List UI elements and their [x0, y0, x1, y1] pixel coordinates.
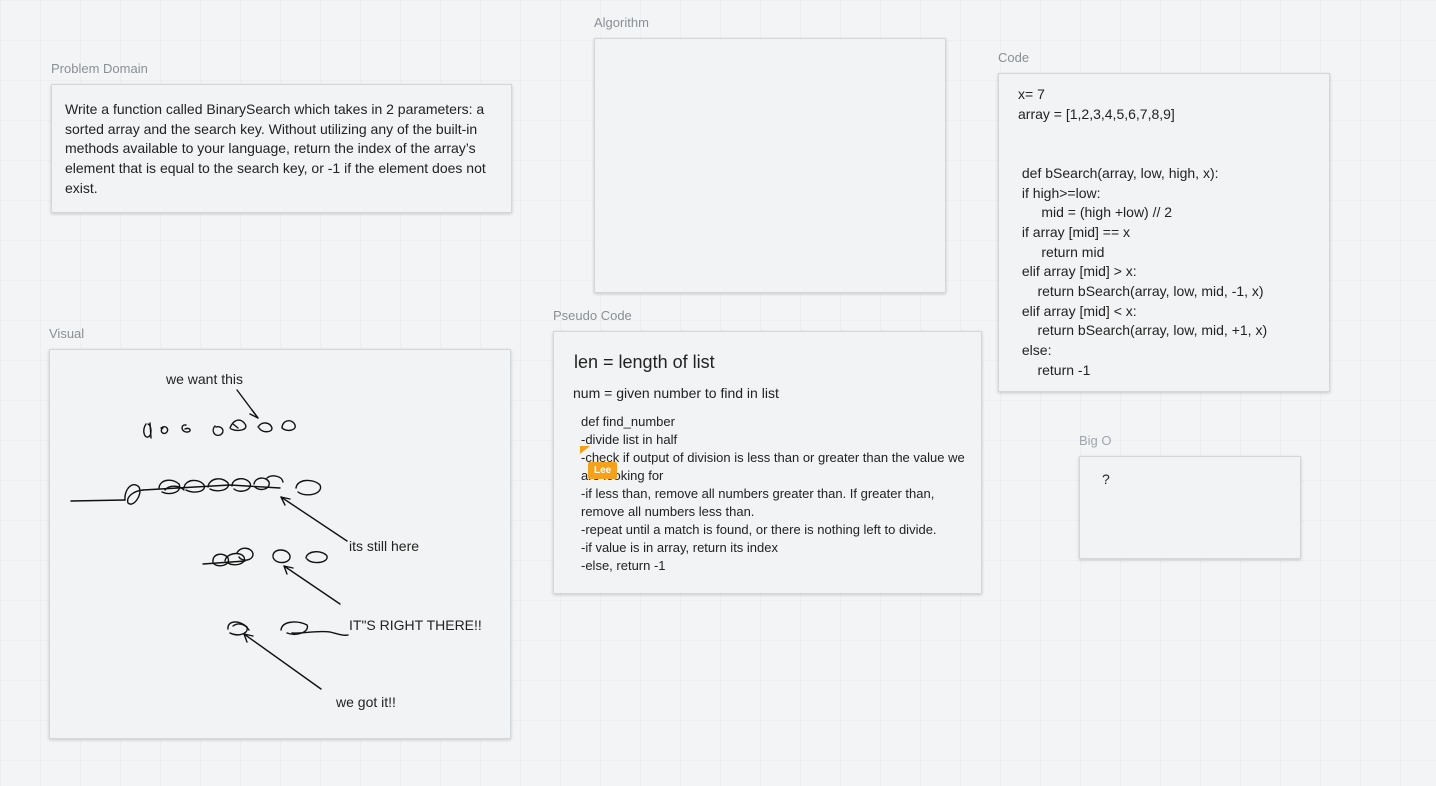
visual-drawing[interactable]	[0, 0, 1436, 786]
drawing-row-1	[143, 419, 296, 439]
drawing-arrows	[236, 389, 348, 690]
drawing-row-3	[202, 547, 328, 567]
drawing-row-4	[227, 621, 349, 636]
